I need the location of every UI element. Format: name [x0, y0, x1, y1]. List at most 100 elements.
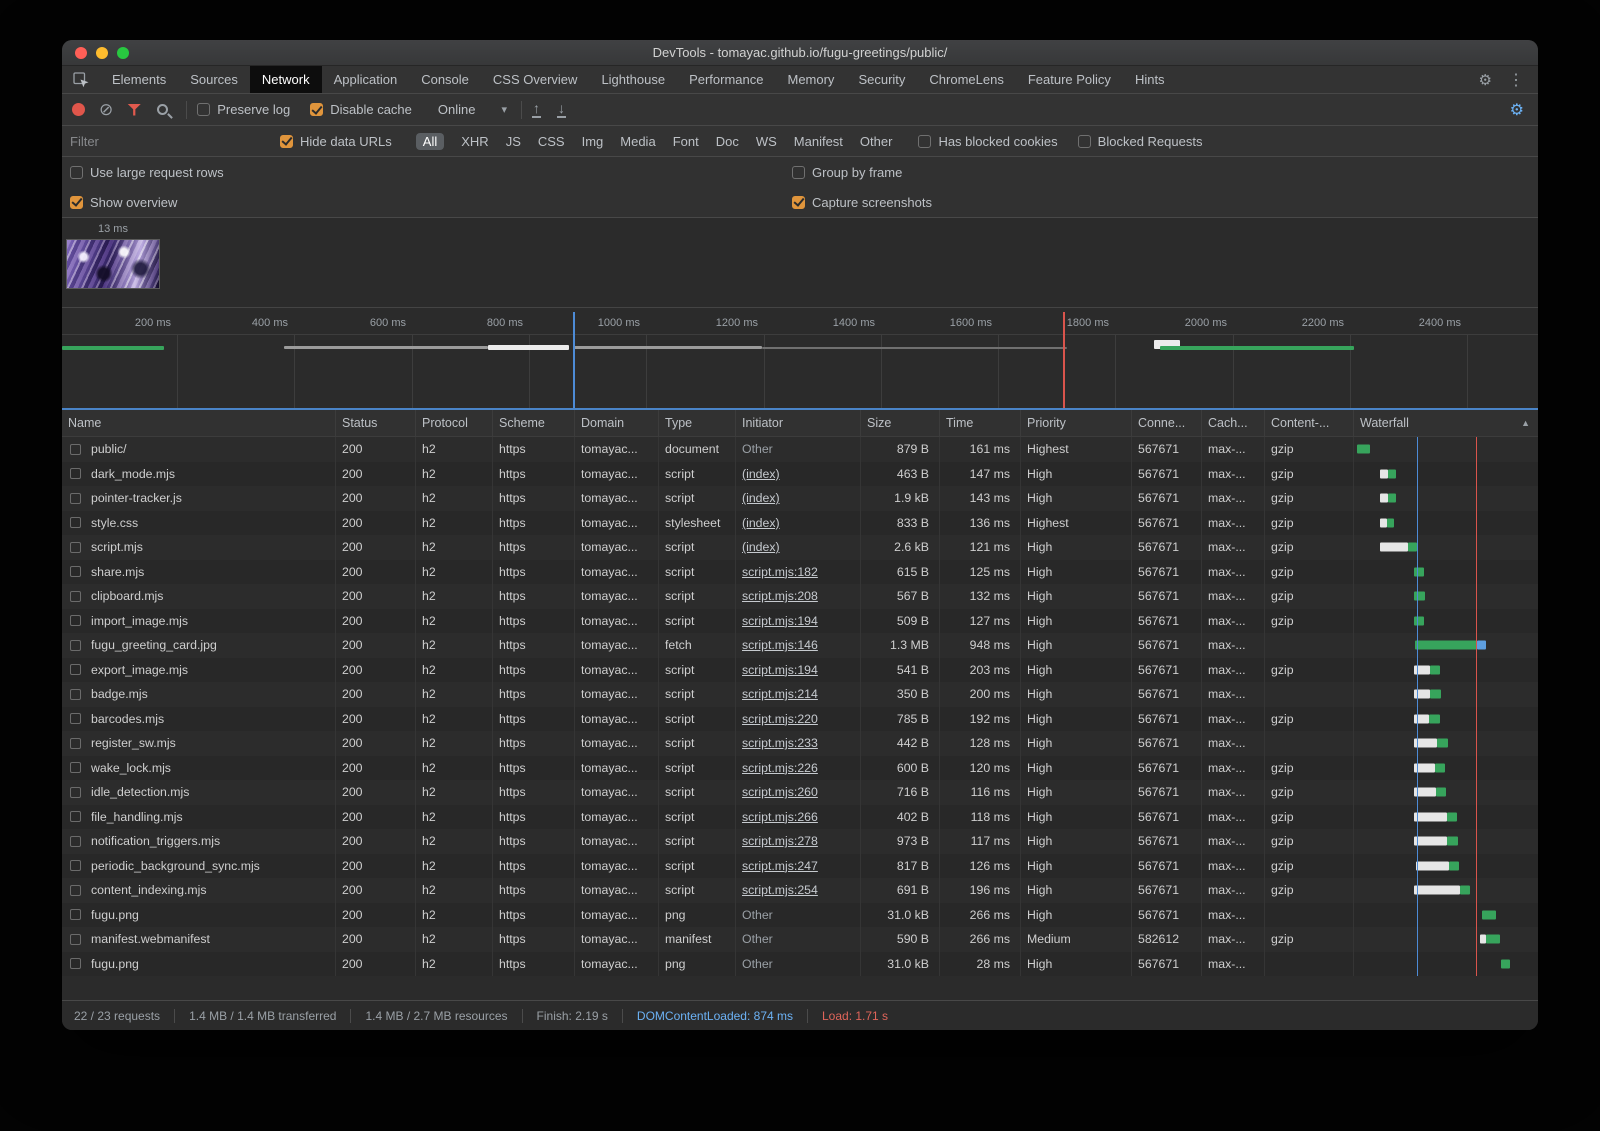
cell-initiator[interactable]: script.mjs:278 — [736, 829, 861, 854]
column-header-name[interactable]: Name — [62, 410, 336, 436]
column-header-type[interactable]: Type — [659, 410, 736, 436]
column-header-connection[interactable]: Conne... — [1132, 410, 1202, 436]
table-row[interactable]: periodic_background_sync.mjs 200 h2 http… — [62, 854, 1538, 879]
row-checkbox[interactable] — [70, 958, 81, 969]
cell-initiator[interactable]: script.mjs:194 — [736, 658, 861, 683]
has-blocked-cookies-checkbox[interactable]: Has blocked cookies — [918, 134, 1057, 149]
filter-chip-img[interactable]: Img — [582, 134, 604, 149]
tab-chromelens[interactable]: ChromeLens — [917, 66, 1015, 93]
minimize-window-button[interactable] — [96, 47, 108, 59]
cell-initiator[interactable]: script.mjs:254 — [736, 878, 861, 903]
column-header-initiator[interactable]: Initiator — [736, 410, 861, 436]
cell-initiator[interactable]: script.mjs:194 — [736, 609, 861, 634]
row-checkbox[interactable] — [70, 689, 81, 700]
disable-cache-checkbox[interactable]: Disable cache — [310, 102, 412, 117]
network-settings-gear-icon[interactable]: ⚙ — [1510, 100, 1524, 120]
table-row[interactable]: export_image.mjs 200 h2 https tomayac...… — [62, 658, 1538, 683]
settings-gear-icon[interactable]: ⚙ — [1479, 71, 1492, 89]
row-checkbox[interactable] — [70, 542, 81, 553]
filter-chip-font[interactable]: Font — [673, 134, 699, 149]
export-har-icon[interactable]: ↓ — [557, 101, 566, 118]
row-checkbox[interactable] — [70, 885, 81, 896]
blocked-requests-checkbox[interactable]: Blocked Requests — [1078, 134, 1203, 149]
tab-elements[interactable]: Elements — [100, 66, 178, 93]
cell-initiator[interactable]: script.mjs:208 — [736, 584, 861, 609]
row-checkbox[interactable] — [70, 713, 81, 724]
import-har-icon[interactable]: ↑ — [532, 101, 541, 118]
zoom-window-button[interactable] — [117, 47, 129, 59]
search-icon[interactable] — [157, 104, 168, 115]
table-row[interactable]: manifest.webmanifest 200 h2 https tomaya… — [62, 927, 1538, 952]
timeline-overview[interactable]: 200 ms400 ms600 ms800 ms1000 ms1200 ms14… — [62, 308, 1538, 408]
column-header-size[interactable]: Size — [861, 410, 940, 436]
table-row[interactable]: share.mjs 200 h2 https tomayac... script… — [62, 560, 1538, 585]
record-network-log-button[interactable] — [72, 103, 85, 116]
row-checkbox[interactable] — [70, 836, 81, 847]
clear-network-log-icon[interactable]: ⊘ — [99, 101, 113, 118]
row-checkbox[interactable] — [70, 640, 81, 651]
row-checkbox[interactable] — [70, 738, 81, 749]
table-row[interactable]: wake_lock.mjs 200 h2 https tomayac... sc… — [62, 756, 1538, 781]
tab-css-overview[interactable]: CSS Overview — [481, 66, 590, 93]
preserve-log-checkbox[interactable]: Preserve log — [197, 102, 290, 117]
row-checkbox[interactable] — [70, 566, 81, 577]
tab-lighthouse[interactable]: Lighthouse — [589, 66, 677, 93]
row-checkbox[interactable] — [70, 517, 81, 528]
table-row[interactable]: import_image.mjs 200 h2 https tomayac...… — [62, 609, 1538, 634]
column-header-protocol[interactable]: Protocol — [416, 410, 493, 436]
sort-ascending-icon[interactable]: ▲ — [1521, 418, 1530, 428]
inspect-element-button[interactable] — [62, 66, 100, 93]
tab-network[interactable]: Network — [250, 66, 322, 93]
column-header-priority[interactable]: Priority — [1021, 410, 1132, 436]
column-header-cache[interactable]: Cach... — [1202, 410, 1265, 436]
tab-feature-policy[interactable]: Feature Policy — [1016, 66, 1123, 93]
filter-chip-other[interactable]: Other — [860, 134, 893, 149]
table-row[interactable]: register_sw.mjs 200 h2 https tomayac... … — [62, 731, 1538, 756]
tab-console[interactable]: Console — [409, 66, 481, 93]
filter-chip-css[interactable]: CSS — [538, 134, 565, 149]
column-header-scheme[interactable]: Scheme — [493, 410, 575, 436]
table-row[interactable]: content_indexing.mjs 200 h2 https tomaya… — [62, 878, 1538, 903]
group-by-frame-checkbox[interactable]: Group by frame — [792, 165, 902, 180]
row-checkbox[interactable] — [70, 787, 81, 798]
table-row[interactable]: file_handling.mjs 200 h2 https tomayac..… — [62, 805, 1538, 830]
filmstrip-thumbnail[interactable] — [66, 239, 160, 289]
throttling-select[interactable]: Online ▾ — [438, 102, 507, 117]
row-checkbox[interactable] — [70, 444, 81, 455]
table-row[interactable]: fugu.png 200 h2 https tomayac... png Oth… — [62, 952, 1538, 977]
table-row[interactable]: dark_mode.mjs 200 h2 https tomayac... sc… — [62, 462, 1538, 487]
table-row[interactable]: badge.mjs 200 h2 https tomayac... script… — [62, 682, 1538, 707]
filter-chip-xhr[interactable]: XHR — [461, 134, 488, 149]
cell-initiator[interactable]: script.mjs:233 — [736, 731, 861, 756]
row-checkbox[interactable] — [70, 811, 81, 822]
close-window-button[interactable] — [75, 47, 87, 59]
cell-initiator[interactable]: script.mjs:214 — [736, 682, 861, 707]
cell-initiator[interactable]: (index) — [736, 511, 861, 536]
column-header-domain[interactable]: Domain — [575, 410, 659, 436]
hide-data-urls-checkbox[interactable]: Hide data URLs — [280, 134, 392, 149]
row-checkbox[interactable] — [70, 615, 81, 626]
row-checkbox[interactable] — [70, 860, 81, 871]
table-row[interactable]: clipboard.mjs 200 h2 https tomayac... sc… — [62, 584, 1538, 609]
cell-initiator[interactable]: script.mjs:266 — [736, 805, 861, 830]
filter-chip-doc[interactable]: Doc — [716, 134, 739, 149]
row-checkbox[interactable] — [70, 762, 81, 773]
table-row[interactable]: pointer-tracker.js 200 h2 https tomayac.… — [62, 486, 1538, 511]
cell-initiator[interactable]: (index) — [736, 462, 861, 487]
filter-input[interactable] — [70, 134, 266, 149]
cell-initiator[interactable]: (index) — [736, 535, 861, 560]
filter-chip-ws[interactable]: WS — [756, 134, 777, 149]
row-checkbox[interactable] — [70, 934, 81, 945]
cell-initiator[interactable]: script.mjs:226 — [736, 756, 861, 781]
column-header-waterfall[interactable]: Waterfall ▲ — [1354, 410, 1538, 436]
table-row[interactable]: fugu.png 200 h2 https tomayac... png Oth… — [62, 903, 1538, 928]
row-checkbox[interactable] — [70, 664, 81, 675]
cell-initiator[interactable]: script.mjs:146 — [736, 633, 861, 658]
row-checkbox[interactable] — [70, 591, 81, 602]
column-header-time[interactable]: Time — [940, 410, 1021, 436]
tab-hints[interactable]: Hints — [1123, 66, 1177, 93]
tab-sources[interactable]: Sources — [178, 66, 250, 93]
table-row[interactable]: script.mjs 200 h2 https tomayac... scrip… — [62, 535, 1538, 560]
filmstrip-frame[interactable]: 13 ms — [65, 223, 161, 289]
tab-memory[interactable]: Memory — [775, 66, 846, 93]
